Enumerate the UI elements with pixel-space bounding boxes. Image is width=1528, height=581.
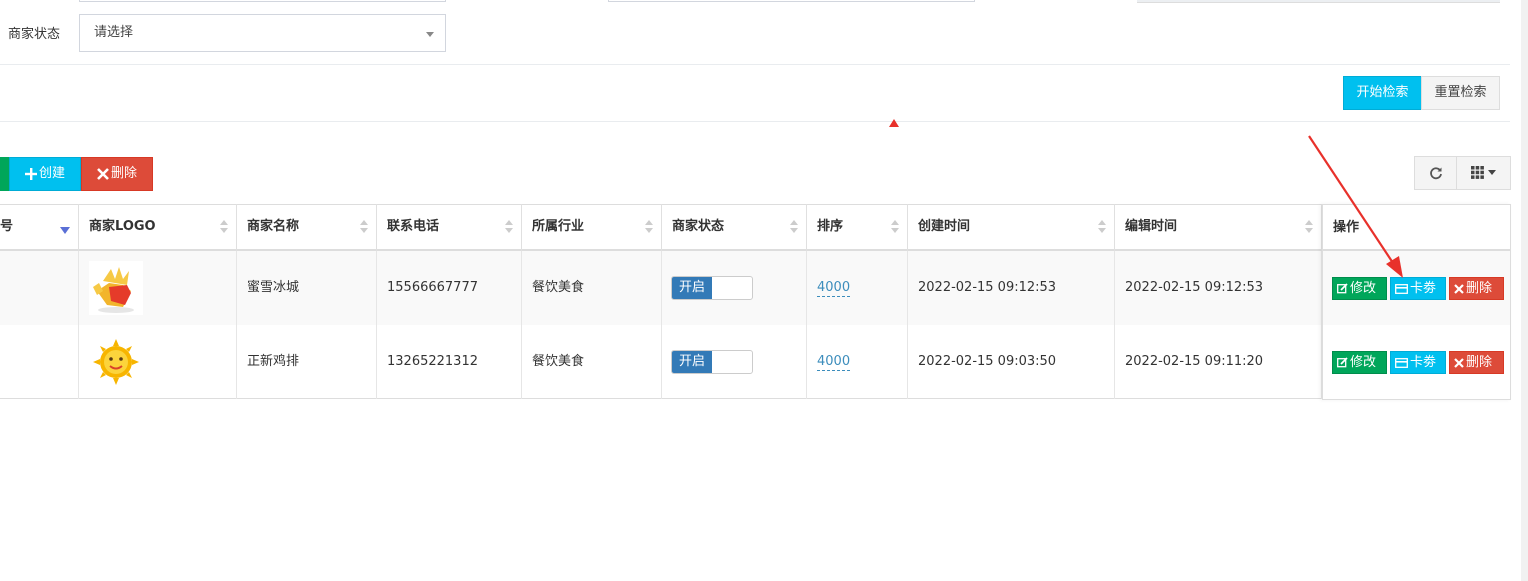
card-voucher-button[interactable]: 卡劵 bbox=[1390, 277, 1446, 300]
credit-card-icon bbox=[1395, 357, 1408, 368]
column-header-edited[interactable]: 编辑时间 bbox=[1115, 204, 1322, 251]
create-button[interactable]: 创建 bbox=[9, 157, 81, 191]
reset-search-button[interactable]: 重置检索 bbox=[1421, 76, 1500, 110]
column-header-sort[interactable]: 排序 bbox=[807, 204, 908, 251]
columns-toggle-button[interactable] bbox=[1456, 156, 1511, 190]
column-header-status[interactable]: 商家状态 bbox=[662, 204, 807, 251]
sort-icon bbox=[505, 220, 513, 234]
edit-icon bbox=[1337, 283, 1348, 294]
actions-column: 操作 修改 卡劵 删除 修改 卡劵 删除 bbox=[1322, 204, 1511, 400]
times-icon bbox=[1454, 357, 1464, 368]
divider bbox=[0, 121, 1510, 122]
table-row: 正新鸡排 13265221312 餐饮美食 开启 4000 2022-02-15… bbox=[0, 325, 1322, 399]
card-label: 卡劵 bbox=[1410, 355, 1437, 370]
sort-desc-icon bbox=[60, 227, 70, 234]
table-row: 蜜雪冰城 15566667777 餐饮美食 开启 4000 2022-02-15… bbox=[0, 251, 1322, 325]
status-cell: 开启 bbox=[662, 325, 807, 399]
column-header-created[interactable]: 创建时间 bbox=[908, 204, 1115, 251]
delete-label: 删除 bbox=[1466, 281, 1493, 296]
column-header-logo[interactable]: 商家LOGO bbox=[79, 204, 237, 251]
industry-cell: 餐饮美食 bbox=[522, 325, 662, 399]
start-search-button[interactable]: 开始检索 bbox=[1343, 76, 1422, 110]
zhengxin-logo-image bbox=[89, 335, 143, 389]
mixue-logo-image bbox=[89, 261, 143, 315]
row-delete-button[interactable]: 删除 bbox=[1449, 277, 1504, 300]
edit-label: 修改 bbox=[1350, 281, 1377, 296]
phone-cell: 13265221312 bbox=[377, 325, 522, 399]
divider bbox=[0, 64, 1510, 65]
status-toggle-label: 开启 bbox=[672, 277, 712, 299]
card-voucher-button[interactable]: 卡劵 bbox=[1390, 351, 1446, 374]
status-toggle-label: 开启 bbox=[672, 351, 712, 373]
filter-input-above[interactable] bbox=[79, 0, 446, 2]
edited-cell: 2022-02-15 09:11:20 bbox=[1115, 325, 1322, 399]
actions-row: 修改 卡劵 删除 bbox=[1323, 325, 1510, 399]
created-cell: 2022-02-15 09:12:53 bbox=[908, 251, 1115, 325]
sort-icon bbox=[1305, 220, 1313, 234]
card-label: 卡劵 bbox=[1410, 281, 1437, 296]
delete-button[interactable]: 删除 bbox=[81, 157, 153, 191]
industry-cell: 餐饮美食 bbox=[522, 251, 662, 325]
times-icon bbox=[1454, 283, 1464, 294]
status-toggle[interactable]: 开启 bbox=[671, 350, 753, 374]
filter-input-above-3[interactable] bbox=[1137, 0, 1500, 3]
column-header-name[interactable]: 商家名称 bbox=[237, 204, 377, 251]
edit-button[interactable]: 修改 bbox=[1332, 351, 1387, 374]
edit-button[interactable]: 修改 bbox=[1332, 277, 1387, 300]
vertical-scrollbar[interactable] bbox=[1521, 0, 1528, 581]
edited-cell: 2022-02-15 09:12:53 bbox=[1115, 251, 1322, 325]
column-header-phone[interactable]: 联系电话 bbox=[377, 204, 522, 251]
chevron-down-icon bbox=[426, 32, 434, 37]
status-cell: 开启 bbox=[662, 251, 807, 325]
created-cell: 2022-02-15 09:03:50 bbox=[908, 325, 1115, 399]
name-cell: 蜜雪冰城 bbox=[237, 251, 377, 325]
refresh-icon bbox=[1429, 166, 1442, 179]
filter-input-above-2[interactable] bbox=[608, 0, 975, 2]
column-header-id[interactable]: 号 bbox=[0, 204, 79, 251]
logo-cell bbox=[79, 251, 237, 325]
create-button-label: 创建 bbox=[38, 166, 65, 181]
status-toggle[interactable]: 开启 bbox=[671, 276, 753, 300]
logo-cell bbox=[79, 325, 237, 399]
sort-value-editable[interactable]: 4000 bbox=[817, 354, 851, 371]
phone-cell: 15566667777 bbox=[377, 251, 522, 325]
edit-label: 修改 bbox=[1350, 355, 1377, 370]
sort-icon bbox=[360, 220, 368, 234]
sort-icon bbox=[220, 220, 228, 234]
edit-icon bbox=[1337, 357, 1348, 368]
sort-icon bbox=[891, 220, 899, 234]
add-button-partial[interactable] bbox=[0, 157, 9, 191]
status-filter-label: 商家状态 bbox=[8, 27, 61, 42]
times-icon bbox=[97, 167, 109, 180]
plus-icon bbox=[24, 167, 37, 180]
id-cell bbox=[0, 325, 79, 399]
sort-icon bbox=[1098, 220, 1106, 234]
grid-icon bbox=[1470, 166, 1484, 179]
actions-row: 修改 卡劵 删除 bbox=[1323, 251, 1510, 325]
column-header-industry[interactable]: 所属行业 bbox=[522, 204, 662, 251]
id-cell bbox=[0, 251, 79, 325]
sort-icon bbox=[790, 220, 798, 234]
credit-card-icon bbox=[1395, 283, 1408, 294]
annotation-marker-icon bbox=[889, 119, 899, 127]
sort-cell: 4000 bbox=[807, 251, 908, 325]
caret-down-icon bbox=[1488, 169, 1497, 175]
name-cell: 正新鸡排 bbox=[237, 325, 377, 399]
column-header-actions: 操作 bbox=[1323, 204, 1510, 251]
delete-button-label: 删除 bbox=[110, 166, 137, 181]
refresh-button[interactable] bbox=[1414, 156, 1457, 190]
status-filter-value: 请选择 bbox=[94, 25, 134, 40]
status-filter-select[interactable]: 请选择 bbox=[79, 14, 446, 52]
sort-value-editable[interactable]: 4000 bbox=[817, 280, 851, 297]
delete-label: 删除 bbox=[1466, 355, 1493, 370]
sort-cell: 4000 bbox=[807, 325, 908, 399]
sort-icon bbox=[645, 220, 653, 234]
row-delete-button[interactable]: 删除 bbox=[1449, 351, 1504, 374]
